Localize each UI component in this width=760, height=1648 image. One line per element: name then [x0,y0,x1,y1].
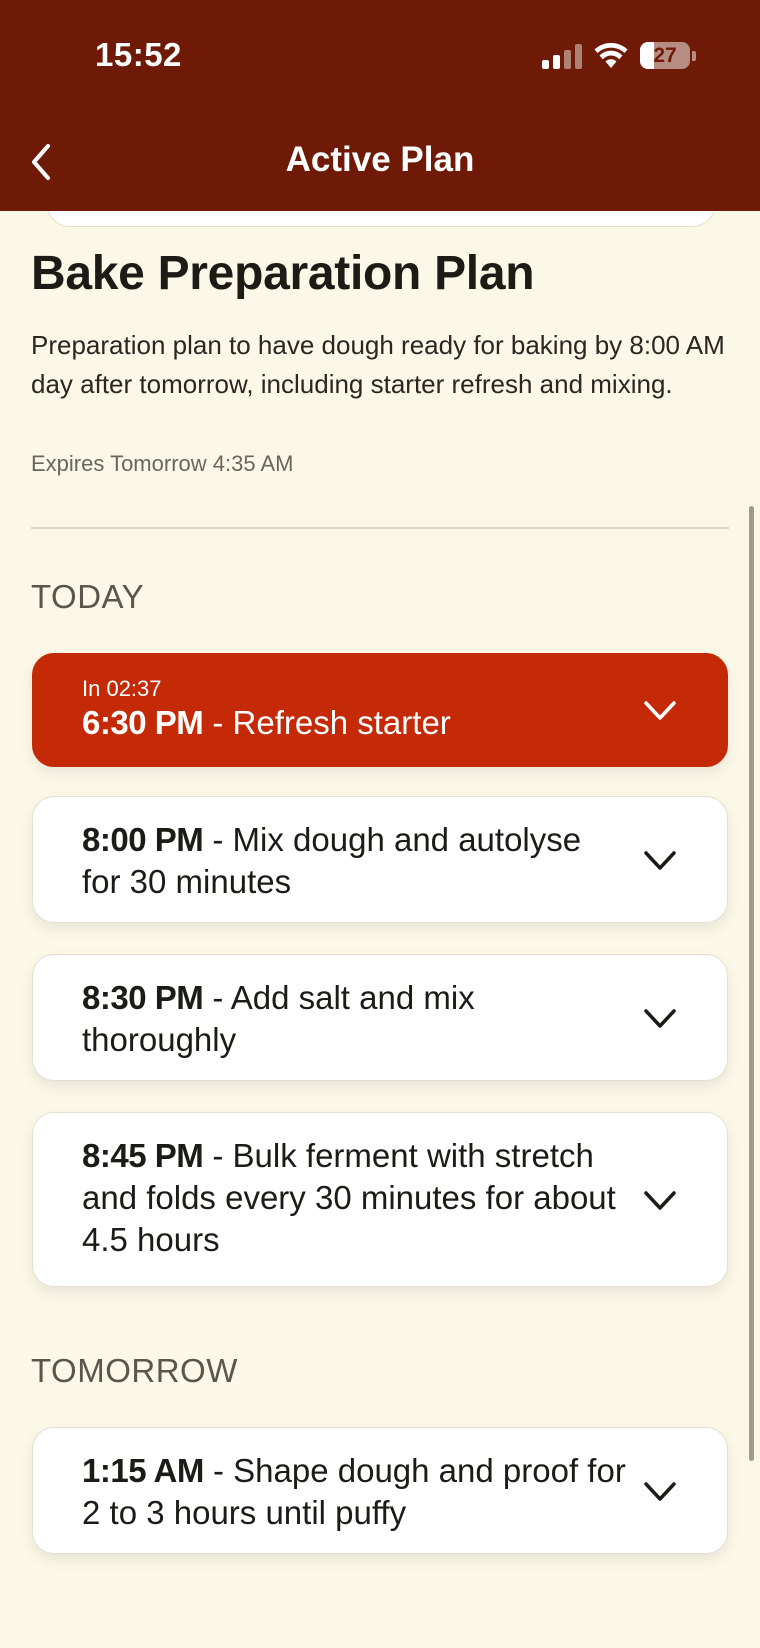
plan-expiry: Expires Tomorrow 4:35 AM [31,451,294,476]
bottom-area [0,1581,760,1648]
step-card[interactable]: 1:15 AM - Shape dough and proof for 2 to… [32,1427,728,1554]
battery-level: 27 [653,43,677,67]
step-time: 6:30 PM [82,704,204,741]
page-title: Active Plan [285,140,475,179]
wifi-icon [594,42,628,68]
divider [31,527,729,529]
chevron-down-icon [644,1009,676,1028]
status-icons: 27 [542,42,696,69]
plan-description: Preparation plan to have dough ready for… [31,330,725,399]
app-header: 15:52 27 Active Plan [0,0,760,211]
previous-card-edge [46,211,716,227]
step-text: 8:30 PM - Add salt and mix thoroughly [82,979,475,1058]
step-time: 8:45 PM [82,1137,204,1174]
step-task: Refresh starter [232,704,451,741]
step-card[interactable]: 8:00 PM - Mix dough and autolyse for 30 … [32,796,728,923]
plan-content: Bake Preparation Plan Preparation plan t… [0,211,760,1581]
plan-title: Bake Preparation Plan [31,247,535,300]
step-time: 8:30 PM [82,979,204,1016]
step-card[interactable]: 8:30 PM - Add salt and mix thoroughly [32,954,728,1081]
chevron-down-icon [644,1482,676,1501]
step-card[interactable]: 8:45 PM - Bulk ferment with stretch and … [32,1112,728,1287]
step-time: 8:00 PM [82,821,204,858]
step-text: 8:45 PM - Bulk ferment with stretch and … [82,1137,616,1258]
section-tomorrow: TOMORROW [31,1352,238,1389]
step-countdown: In 02:37 [82,676,162,701]
step-text: 1:15 AM - Shape dough and proof for 2 to… [82,1452,626,1531]
chevron-down-icon [644,851,676,870]
battery-icon: 27 [640,42,690,69]
battery-tip [692,50,696,61]
chevron-down-icon [644,701,676,720]
scrollbar[interactable] [749,506,754,1461]
section-today: TODAY [31,578,145,615]
step-card[interactable]: In 02:37 6:30 PM - Refresh starter [32,653,728,767]
step-time: 1:15 AM [82,1452,204,1489]
step-text: 8:00 PM - Mix dough and autolyse for 30 … [82,821,582,900]
signal-icon [542,43,582,69]
step-text: 6:30 PM - Refresh starter [82,704,451,741]
status-time: 15:52 [95,36,182,73]
chevron-down-icon [644,1191,676,1210]
